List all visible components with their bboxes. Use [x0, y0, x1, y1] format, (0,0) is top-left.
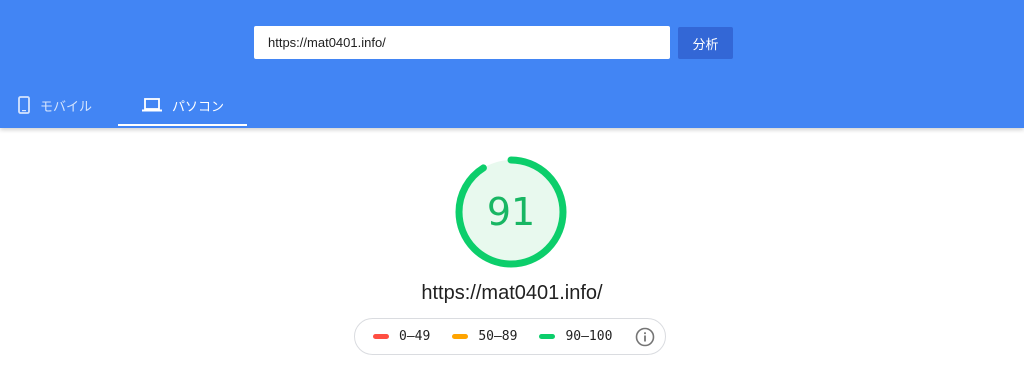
smartphone-icon	[18, 96, 30, 114]
score-legend: 0–49 50–89 90–100	[354, 318, 666, 355]
legend-average-swatch	[452, 334, 469, 339]
analyzed-url: https://mat0401.info/	[421, 282, 603, 304]
tab-mobile-label: モバイル	[40, 98, 93, 114]
tab-desktop[interactable]: パソコン	[118, 82, 247, 128]
legend-item-fail: 0–49	[373, 329, 430, 344]
performance-score: 91	[486, 190, 536, 234]
legend-item-average: 50–89	[452, 329, 517, 344]
tab-active-indicator	[118, 124, 247, 126]
analyze-button[interactable]: 分析	[678, 27, 733, 59]
legend-fail-label: 0–49	[399, 329, 431, 344]
laptop-icon	[142, 98, 162, 112]
legend-fail-swatch	[373, 334, 389, 339]
url-input[interactable]	[254, 26, 670, 59]
legend-pass-swatch	[539, 334, 556, 339]
legend-item-pass: 90–100	[539, 329, 612, 344]
legend-pass-label: 90–100	[565, 329, 613, 344]
tab-mobile[interactable]: モバイル	[0, 82, 118, 128]
info-icon[interactable]	[635, 327, 655, 351]
header-bar: 分析 モバイル パソコン	[0, 0, 1024, 128]
tab-desktop-label: パソコン	[172, 98, 225, 114]
legend-average-label: 50–89	[478, 329, 518, 344]
